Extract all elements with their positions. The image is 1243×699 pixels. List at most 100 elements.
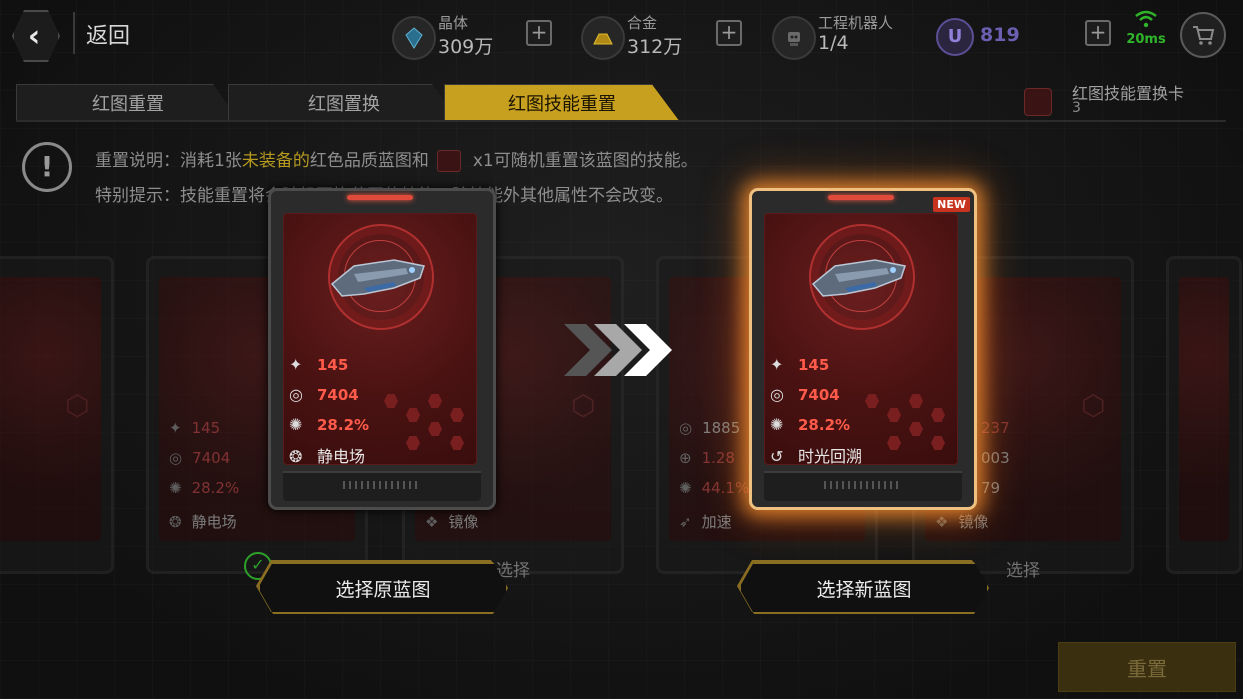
stat-row: ❂ 静电场 — [169, 511, 237, 532]
skill-icon: ❖ — [425, 513, 439, 531]
skill-icon: ❂ — [169, 513, 182, 531]
skill-name: 镜像 — [958, 513, 989, 531]
skill-card-count: 3 — [1072, 100, 1081, 116]
top-bar: ‹ 返回 晶体 309万 + 合金 312万 + 工程机器人 1/4 U 819… — [0, 0, 1243, 72]
info-line-1: 重置说明：消耗1张未装备的红色品质蓝图和 x1可随机重置该蓝图的技能。 — [95, 146, 698, 172]
reset-button[interactable]: 重置 — [1058, 642, 1236, 692]
ship-icon — [330, 259, 425, 297]
select-original-button[interactable]: 选择原蓝图 — [258, 562, 508, 614]
stat-value: 7404 — [192, 449, 231, 467]
stat-row: ❖ 镜像 — [425, 511, 478, 532]
original-blueprint-card[interactable]: ✦ 145 ◎ 7404 ✺ 28.2% ❂ 静电场 — [268, 188, 496, 510]
add-alloy-button[interactable]: + — [716, 20, 742, 46]
time-rewind-icon: ↺ — [770, 447, 784, 466]
add-currency-button[interactable]: + — [1085, 20, 1111, 46]
u-currency-value: 819 — [980, 24, 1020, 46]
attack-icon: ✦ — [169, 419, 182, 437]
resource-name: 合金 — [627, 14, 658, 32]
stat-row: ✺ 28.2% — [770, 415, 850, 434]
stat-row: 79 — [981, 479, 1000, 497]
stat-row: ✺ 28.2% — [169, 479, 239, 497]
info-highlight: 未装备的 — [241, 151, 310, 171]
info-text: 重置说明：消耗1张 — [95, 151, 242, 171]
card-top-light — [828, 195, 894, 200]
skill-card-icon — [436, 150, 461, 172]
crit-icon: ✺ — [289, 415, 303, 434]
hex-decoration — [406, 436, 420, 450]
hex-decoration — [450, 436, 464, 450]
shop-cart-button[interactable] — [1180, 12, 1226, 58]
skill-icon: ❖ — [935, 513, 949, 531]
stat-row: ✦ 145 — [289, 355, 348, 374]
armor-icon: ◎ — [770, 385, 784, 404]
tab-underline — [16, 120, 1226, 122]
hex-decoration — [865, 394, 879, 408]
skill-card-label: 红图技能置换卡 — [1072, 84, 1185, 103]
crit-value: 28.2% — [798, 416, 851, 434]
crit-icon: ✺ — [169, 479, 182, 497]
stat-value: 79 — [981, 479, 1001, 497]
tab-red-skill-reset[interactable]: 红图技能重置 — [444, 84, 680, 122]
wifi-icon — [1126, 10, 1166, 32]
hex-decoration — [909, 394, 923, 408]
stat-row: ✺ 28.2% — [289, 415, 369, 434]
new-badge: NEW — [933, 197, 970, 212]
attack-value: 145 — [317, 356, 349, 374]
tab-red-reset[interactable]: 红图重置 — [16, 84, 240, 122]
armor-value: 7404 — [317, 386, 359, 404]
resource-value: 1/4 — [818, 32, 849, 54]
resource-value: 309万 — [438, 36, 494, 58]
network-status: 20ms — [1126, 10, 1166, 56]
stat-row: ✺ 44.1% — [679, 479, 749, 497]
target-icon: ⊕ — [679, 449, 692, 467]
rank-icon: ⬡ — [65, 389, 90, 422]
stat-value: 1885 — [702, 419, 741, 437]
hex-decoration — [931, 436, 945, 450]
select-new-button[interactable]: 选择新蓝图 — [739, 562, 989, 614]
hex-decoration — [384, 394, 398, 408]
stat-value: 237 — [981, 419, 1010, 437]
stat-row: ✦ 145 — [169, 419, 220, 437]
static-field-icon: ❂ — [289, 447, 303, 466]
stat-row: ❂ 静电场 — [289, 443, 365, 467]
ship-icon — [811, 259, 906, 297]
u-currency-icon: U — [936, 18, 974, 56]
tab-red-swap[interactable]: 红图置换 — [228, 84, 460, 122]
crit-icon: ✺ — [770, 415, 784, 434]
cart-icon — [1193, 26, 1215, 45]
armor-icon: ◎ — [169, 449, 183, 467]
back-label[interactable]: 返回 — [86, 18, 130, 50]
exclamation-icon: ! — [22, 142, 72, 192]
resource-name: 晶体 — [438, 14, 469, 32]
stat-value: 145 — [191, 419, 221, 437]
stat-row: ◎ 7404 — [770, 385, 840, 404]
speed-icon: ➶ — [679, 513, 692, 531]
robot-icon — [772, 16, 816, 60]
hex-decoration — [406, 408, 420, 422]
info-text: x1可随机重置该蓝图的技能。 — [472, 151, 698, 171]
carousel-card[interactable] — [1166, 256, 1242, 574]
new-blueprint-card[interactable]: NEW ✦ 145 ◎ 7404 ✺ 28.2% ↺ 时光回溯 — [749, 188, 977, 510]
skill-name: 加速 — [701, 513, 732, 531]
card-footer — [764, 471, 962, 501]
hex-decoration — [909, 422, 923, 436]
info-text: 红色品质蓝图和 — [309, 151, 429, 171]
alloy-icon — [581, 16, 625, 60]
carousel-card[interactable]: ⬡ — [0, 256, 114, 574]
add-crystal-button[interactable]: + — [526, 20, 552, 46]
armor-icon: ◎ — [679, 419, 693, 437]
armor-value: 7404 — [798, 386, 840, 404]
stat-row: ❖ 镜像 — [935, 511, 988, 532]
stat-row: ⊕ 1.28 — [679, 449, 735, 467]
stat-value: 003 — [981, 449, 1010, 467]
stat-row: ◎ 1885 — [679, 419, 740, 437]
skill-name: 静电场 — [317, 447, 366, 466]
skill-card-icon — [1024, 88, 1052, 116]
crit-icon: ✺ — [679, 479, 692, 497]
stat-row: ◎ 7404 — [289, 385, 359, 404]
armor-icon: ◎ — [289, 385, 303, 404]
stat-value: 28.2% — [191, 479, 240, 497]
back-button[interactable]: ‹ — [12, 10, 60, 62]
hex-decoration — [428, 422, 442, 436]
stat-row: ➶ 加速 — [679, 511, 732, 532]
